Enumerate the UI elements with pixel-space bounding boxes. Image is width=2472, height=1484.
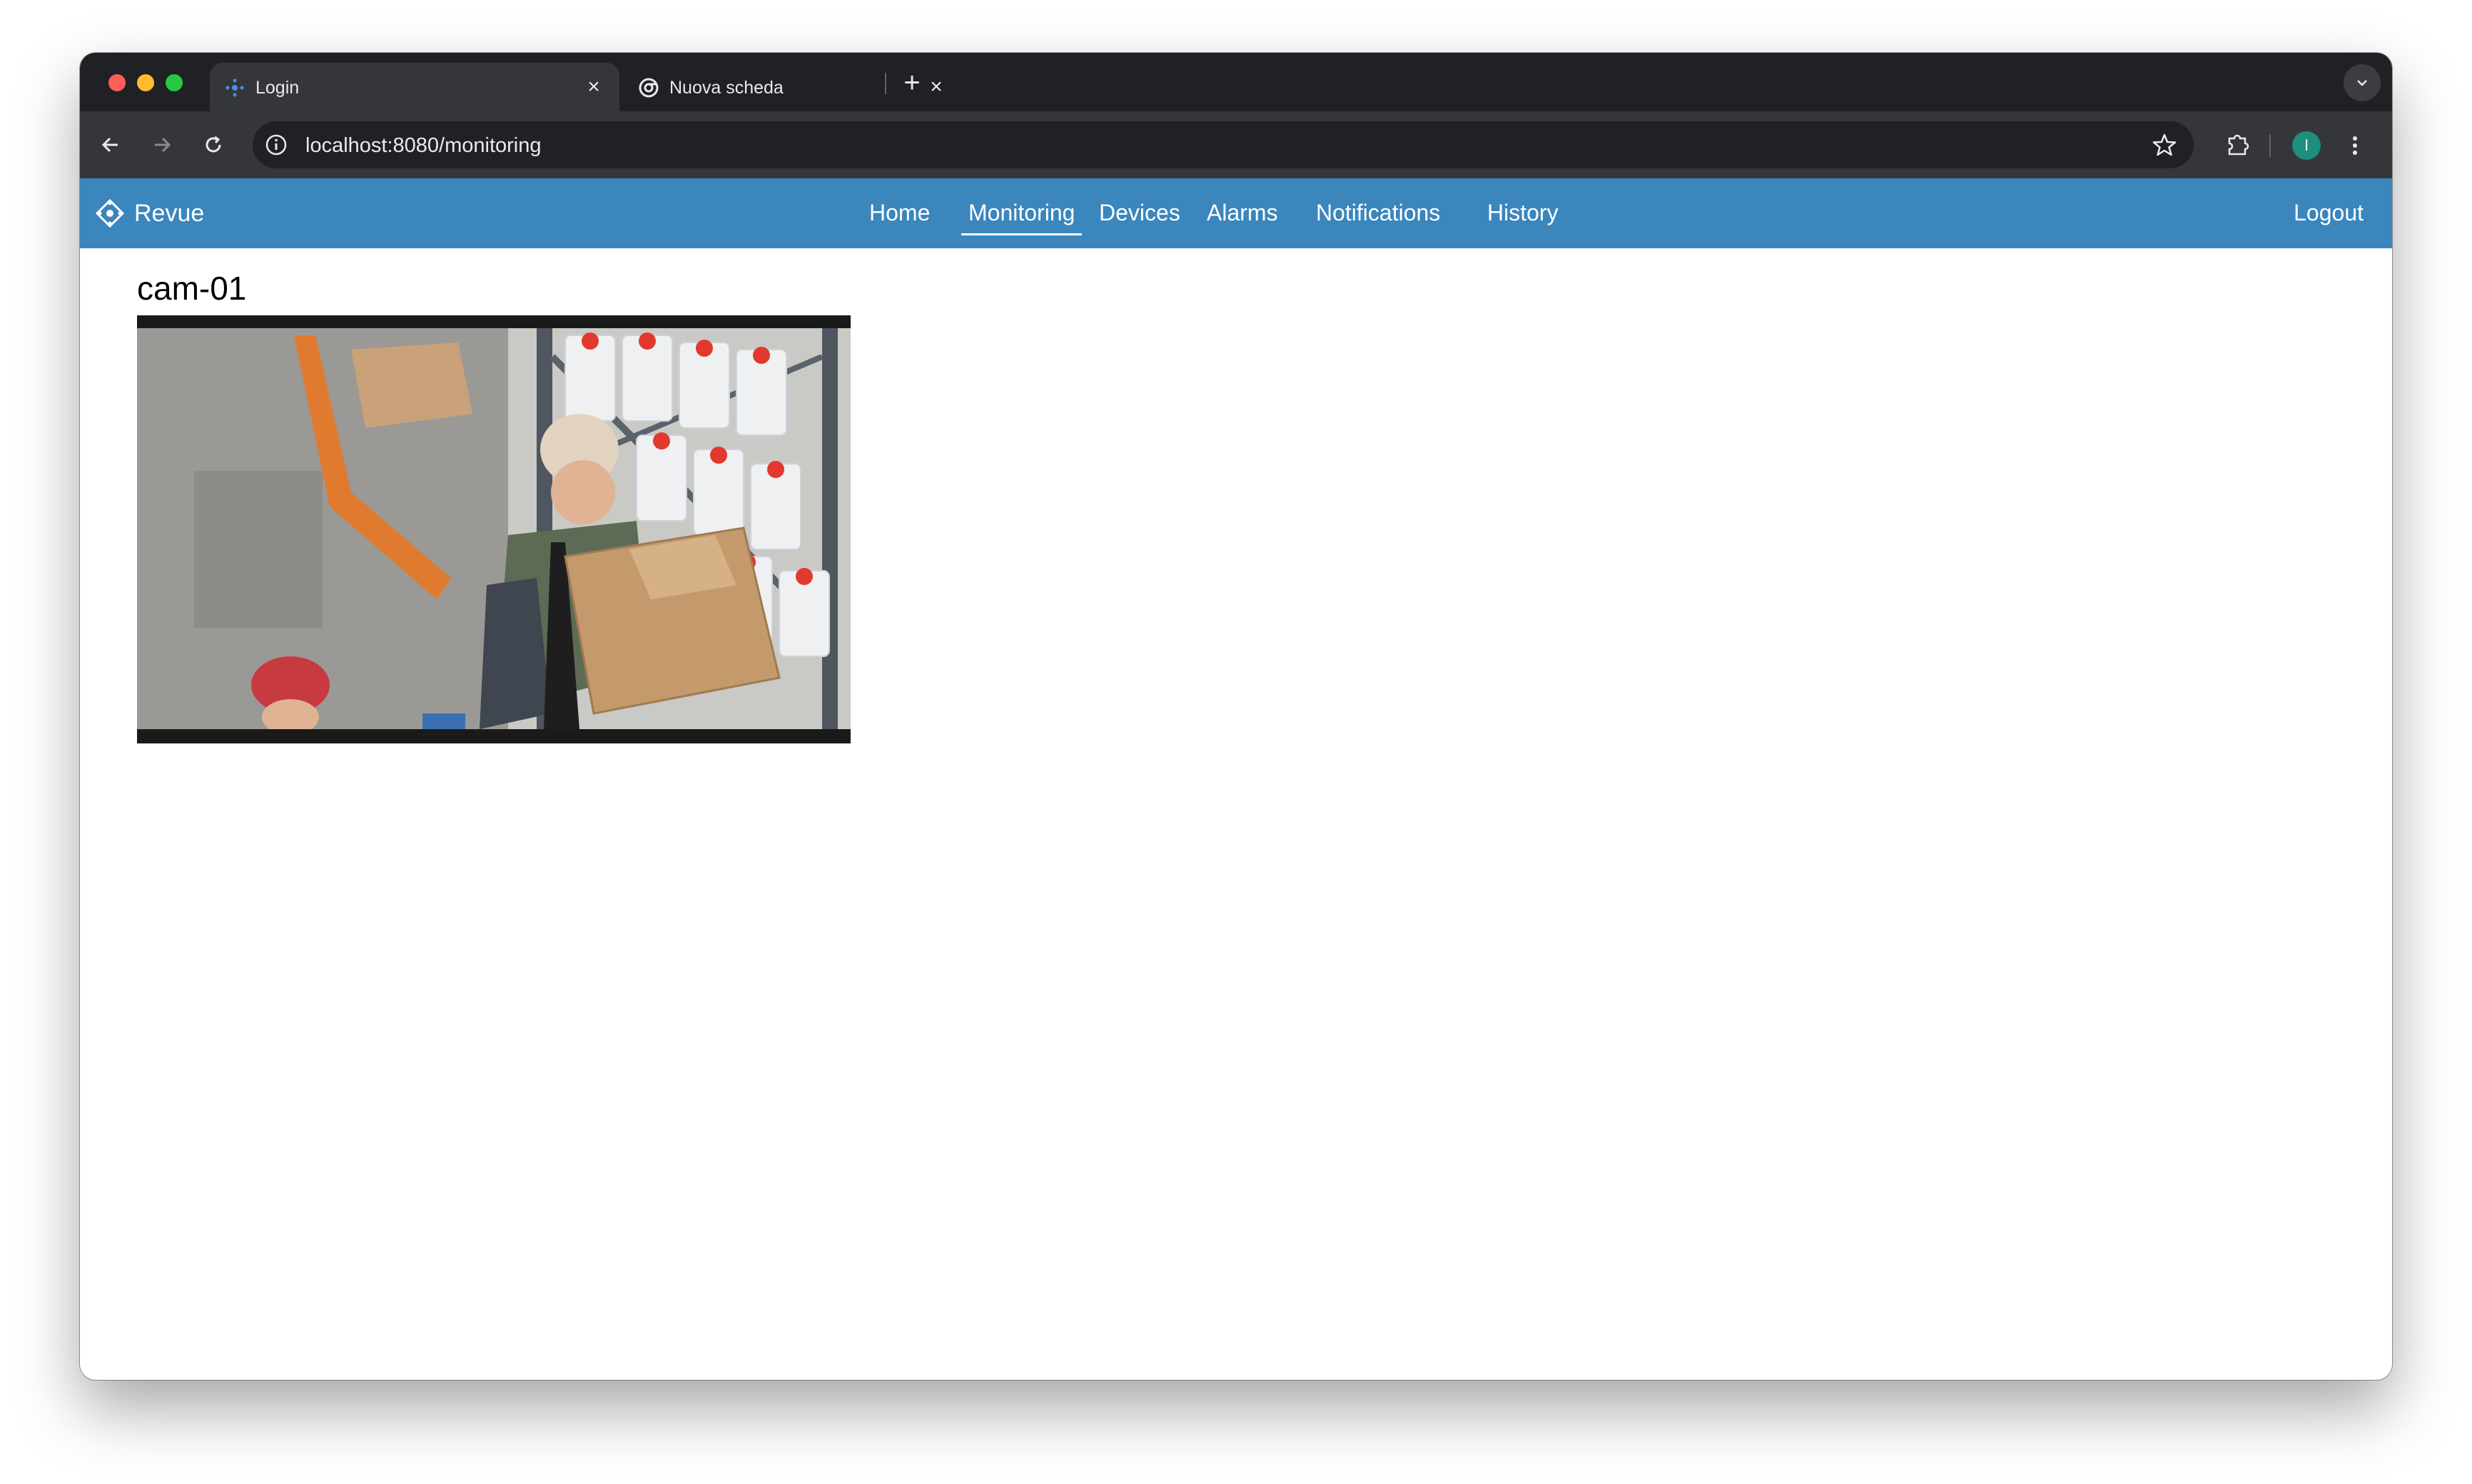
nav-home[interactable]: Home — [869, 198, 930, 227]
back-button[interactable] — [94, 128, 127, 161]
url-text: localhost:8080/monitoring — [305, 134, 542, 157]
brand[interactable]: Revue — [96, 195, 204, 231]
logout-link[interactable]: Logout — [2294, 198, 2364, 227]
maximize-window-button[interactable] — [166, 74, 183, 91]
arrow-left-icon — [101, 137, 118, 153]
tab-title: Nuova scheda — [669, 78, 784, 98]
address-bar[interactable]: localhost:8080/monitoring — [253, 121, 2194, 168]
tab-login[interactable]: Login × — [210, 63, 619, 111]
browser-window: Login × Nuova scheda × + localhost:8080/… — [80, 53, 2392, 1380]
profile-avatar[interactable]: I — [2292, 131, 2321, 160]
extensions-puzzle-icon[interactable] — [2221, 128, 2254, 161]
reload-icon — [206, 136, 221, 153]
browser-toolbar: localhost:8080/monitoring I — [80, 111, 2392, 178]
site-info-icon[interactable] — [263, 131, 290, 158]
nav-monitoring[interactable]: Monitoring — [961, 198, 1083, 235]
tab-title: Login — [255, 78, 300, 98]
arrow-right-icon — [155, 137, 171, 153]
minimize-window-button[interactable] — [137, 74, 154, 91]
brand-name: Revue — [134, 200, 205, 227]
close-tab-icon[interactable]: × — [581, 74, 607, 100]
bookmark-star-icon[interactable] — [2151, 131, 2178, 158]
nav-notifications[interactable]: Notifications — [1316, 198, 1440, 227]
revue-favicon-icon — [226, 78, 244, 97]
more-menu-icon[interactable] — [2339, 130, 2371, 161]
nav-devices[interactable]: Devices — [1099, 198, 1180, 227]
close-window-button[interactable] — [108, 74, 126, 91]
tab-strip: Login × Nuova scheda × + — [80, 53, 2392, 111]
tab-divider — [885, 73, 886, 94]
chrome-icon — [639, 78, 659, 98]
new-tab-button[interactable]: + — [896, 67, 928, 98]
chevron-down-icon — [2357, 80, 2367, 86]
forward-button[interactable] — [146, 128, 178, 161]
camera-feed-frame — [137, 328, 851, 729]
camera-feed[interactable] — [137, 315, 851, 743]
tab-search-button[interactable] — [2344, 64, 2381, 101]
reload-button[interactable] — [197, 128, 230, 161]
nav-alarms[interactable]: Alarms — [1207, 198, 1278, 227]
camera-title: cam-01 — [137, 270, 247, 307]
toolbar-divider — [2269, 134, 2271, 157]
nav-history[interactable]: History — [1487, 198, 1559, 227]
app-navbar: Revue Home Monitoring Devices Alarms Not… — [80, 178, 2392, 248]
revue-logo-icon — [96, 199, 124, 228]
